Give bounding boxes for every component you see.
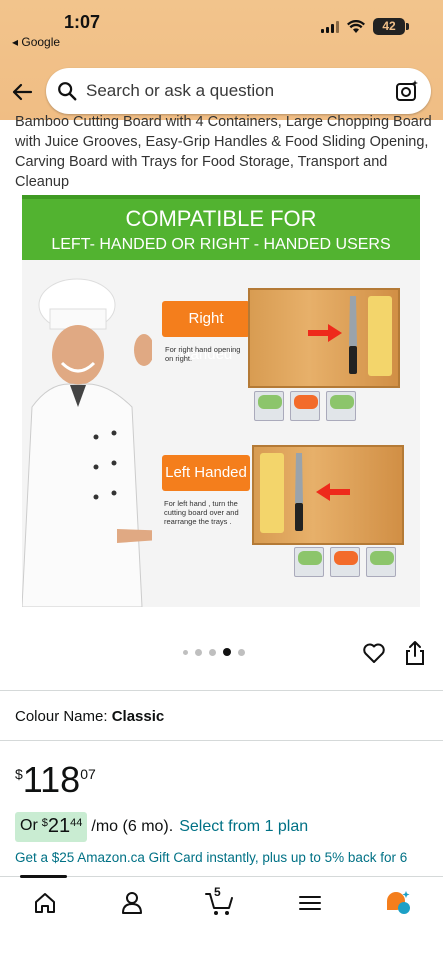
colour-label: Colour Name: bbox=[15, 708, 108, 725]
price: $ 118 07 bbox=[15, 760, 96, 800]
red-arrow-icon bbox=[308, 324, 342, 342]
knife-icon bbox=[295, 453, 303, 531]
container bbox=[294, 547, 324, 577]
food-tray-left bbox=[260, 453, 284, 533]
banner-subtitle: LEFT- HANDED OR RIGHT - HANDED USERS bbox=[51, 236, 391, 253]
price-symbol: $ bbox=[15, 766, 23, 782]
camera-lens-icon[interactable] bbox=[395, 79, 419, 103]
knife-icon bbox=[349, 296, 357, 374]
monthly-whole: 21 bbox=[47, 815, 71, 837]
compatibility-banner: COMPATIBLE FOR LEFT- HANDED OR RIGHT - H… bbox=[22, 195, 420, 260]
divider bbox=[0, 690, 443, 691]
search-bar[interactable]: Search or ask a question bbox=[46, 68, 431, 114]
price-fraction: 07 bbox=[80, 766, 96, 782]
back-arrow-icon[interactable] bbox=[10, 80, 34, 104]
price-whole: 118 bbox=[22, 759, 81, 800]
back-to-google-link[interactable]: ◂ Google bbox=[12, 35, 60, 49]
gift-card-offer[interactable]: Get a $25 Amazon.ca Gift Card instantly,… bbox=[15, 850, 407, 865]
cart-button[interactable]: 5 bbox=[205, 885, 233, 917]
carousel-dots[interactable] bbox=[183, 648, 245, 656]
select-plan-link[interactable]: Select from 1 plan bbox=[179, 818, 308, 836]
header: 1:07 ◂ Google 42 Search or ask a questio… bbox=[0, 0, 443, 120]
board-right bbox=[248, 288, 400, 388]
battery-icon: 42 bbox=[373, 18, 409, 35]
monthly-badge: Or $ 21 44 bbox=[15, 812, 88, 842]
right-handed-label: Right Handed bbox=[162, 301, 250, 363]
signal-icon bbox=[321, 20, 339, 33]
container bbox=[366, 547, 396, 577]
search-input[interactable]: Search or ask a question bbox=[86, 81, 395, 101]
banner-title: COMPATIBLE FOR bbox=[125, 206, 317, 231]
red-arrow-left-icon bbox=[316, 483, 350, 501]
bottom-nav: 5 bbox=[0, 875, 443, 960]
colour-row: Colour Name: Classic bbox=[15, 708, 164, 725]
colour-value: Classic bbox=[111, 708, 165, 725]
carousel-dot[interactable] bbox=[183, 649, 188, 655]
share-icon[interactable] bbox=[404, 640, 426, 666]
search-icon bbox=[58, 82, 77, 101]
rufus-assistant-icon[interactable] bbox=[384, 889, 412, 917]
status-icons: 42 bbox=[321, 18, 409, 35]
heart-icon[interactable] bbox=[362, 641, 386, 665]
board-left bbox=[252, 445, 404, 545]
carousel-dot[interactable] bbox=[209, 648, 216, 656]
container bbox=[326, 391, 356, 421]
right-handed-note: For right hand opening on right. bbox=[165, 345, 241, 363]
monthly-prefix: Or bbox=[20, 817, 38, 834]
carousel-dot-active[interactable] bbox=[223, 648, 231, 656]
monthly-fraction: 44 bbox=[70, 817, 83, 829]
product-title: Bamboo Cutting Board with 4 Containers, … bbox=[15, 114, 432, 190]
container bbox=[290, 391, 320, 421]
chef-illustration bbox=[22, 278, 152, 607]
container bbox=[254, 391, 284, 421]
monthly-payment: Or $ 21 44 /mo (6 mo). Select from 1 pla… bbox=[15, 812, 308, 842]
status-time: 1:07 bbox=[64, 12, 101, 32]
carousel-dot[interactable] bbox=[238, 648, 245, 656]
wifi-icon bbox=[347, 19, 365, 33]
monthly-term: /mo (6 mo). bbox=[91, 818, 174, 835]
container bbox=[330, 547, 360, 577]
cart-count: 5 bbox=[214, 885, 221, 899]
left-handed-note: For left hand , turn the cutting board o… bbox=[164, 499, 239, 526]
left-handed-label: Left Handed bbox=[162, 455, 250, 491]
menu-icon[interactable] bbox=[296, 889, 324, 917]
food-tray-right bbox=[368, 296, 392, 376]
home-icon[interactable] bbox=[31, 889, 59, 917]
product-image[interactable]: COMPATIBLE FOR LEFT- HANDED OR RIGHT - H… bbox=[22, 195, 420, 607]
divider bbox=[0, 740, 443, 741]
carousel-dot[interactable] bbox=[195, 648, 202, 656]
active-tab-indicator bbox=[20, 875, 67, 878]
account-icon[interactable] bbox=[118, 889, 146, 917]
